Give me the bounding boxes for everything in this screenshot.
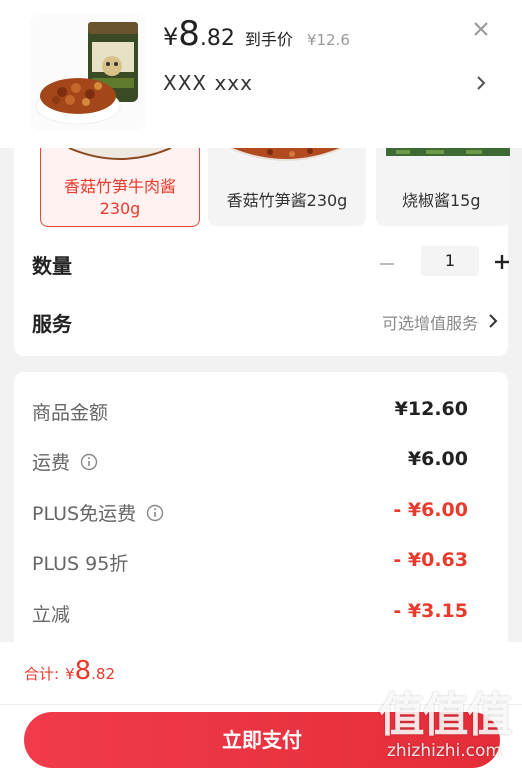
fee-value: ¥6.00 <box>407 448 468 470</box>
product-thumbnail <box>30 14 146 130</box>
minus-icon <box>380 263 394 265</box>
selected-variant-text: XXX xxx <box>163 71 253 95</box>
watermark-logo: 值值值 zhizhizhi.com <box>378 688 513 761</box>
close-icon <box>474 22 488 36</box>
option-label: 烧椒酱15g <box>402 191 481 210</box>
chevron-right-icon <box>477 76 486 90</box>
service-row[interactable]: 服务 可选增值服务 <box>32 306 502 336</box>
quantity-increment-button[interactable] <box>490 250 514 274</box>
quantity-decrement-button[interactable] <box>375 252 399 276</box>
info-icon[interactable] <box>80 453 98 471</box>
quantity-row: 数量 1 <box>32 246 509 282</box>
fee-label: 立减 <box>32 604 71 626</box>
fee-label: PLUS 95折 <box>32 553 129 575</box>
option-item[interactable]: 香菇竹笋酱230g <box>208 148 366 226</box>
fee-row: PLUS 95折 - ¥0.63 <box>32 549 468 577</box>
option-image <box>386 148 510 156</box>
product-header: ¥ 8 .82 到手价 ¥12.6 XXX xxx <box>0 0 522 148</box>
price-decimal: .82 <box>199 26 235 51</box>
info-icon[interactable] <box>146 504 164 522</box>
fee-value: - ¥3.15 <box>393 600 468 622</box>
original-price: ¥12.6 <box>306 31 350 49</box>
price-integer: 8 <box>178 14 200 54</box>
fee-label: 运费 <box>32 448 98 475</box>
total-integer: 8 <box>74 656 92 686</box>
option-image <box>229 148 343 161</box>
options-card: 香菇竹笋牛肉酱 230g 香菇竹笋酱230g 烧椒酱15g 数量 1 服务 可选… <box>14 148 510 356</box>
total-label: 合计: <box>24 665 60 683</box>
total-decimal: .82 <box>91 665 116 683</box>
fee-value: ¥12.60 <box>394 398 468 420</box>
fee-row: PLUS免运费 - ¥6.00 <box>32 499 468 527</box>
fee-row: 商品金额 ¥12.60 <box>32 398 468 426</box>
selected-variant-row[interactable]: XXX xxx <box>163 68 493 98</box>
option-item[interactable]: 烧椒酱15g <box>376 148 510 226</box>
close-button[interactable] <box>468 16 494 42</box>
fee-value: - ¥6.00 <box>393 499 468 521</box>
price-line: ¥ 8 .82 到手价 ¥12.6 <box>163 14 350 54</box>
option-item[interactable]: 香菇竹笋牛肉酱 230g <box>40 148 200 227</box>
price-breakdown-card: 商品金额 ¥12.60 运费 ¥6.00 PLUS免运费 - ¥6.00 PLU… <box>14 372 508 642</box>
plus-icon <box>495 255 509 269</box>
option-label: 香菇竹笋酱230g <box>226 191 348 210</box>
option-label: 香菇竹笋牛肉酱 230g <box>63 177 176 218</box>
service-label: 服务 <box>32 312 72 336</box>
service-value: 可选增值服务 <box>381 314 478 333</box>
total-symbol: ¥ <box>65 665 75 683</box>
variant-options: 香菇竹笋牛肉酱 230g 香菇竹笋酱230g 烧椒酱15g <box>40 148 510 228</box>
fee-row: 立减 - ¥3.15 <box>32 600 468 628</box>
option-image <box>68 148 172 160</box>
total-amount: 合计: ¥ 8 .82 <box>24 656 115 686</box>
price-symbol: ¥ <box>163 23 179 51</box>
quantity-label: 数量 <box>32 254 72 278</box>
fee-value: - ¥0.63 <box>393 549 468 571</box>
price-tag: 到手价 <box>244 30 293 49</box>
fee-label: 商品金额 <box>32 402 109 424</box>
fee-label: PLUS免运费 <box>32 499 164 526</box>
quantity-input[interactable]: 1 <box>421 246 479 276</box>
fee-row: 运费 ¥6.00 <box>32 448 468 476</box>
chevron-right-icon <box>489 314 498 328</box>
